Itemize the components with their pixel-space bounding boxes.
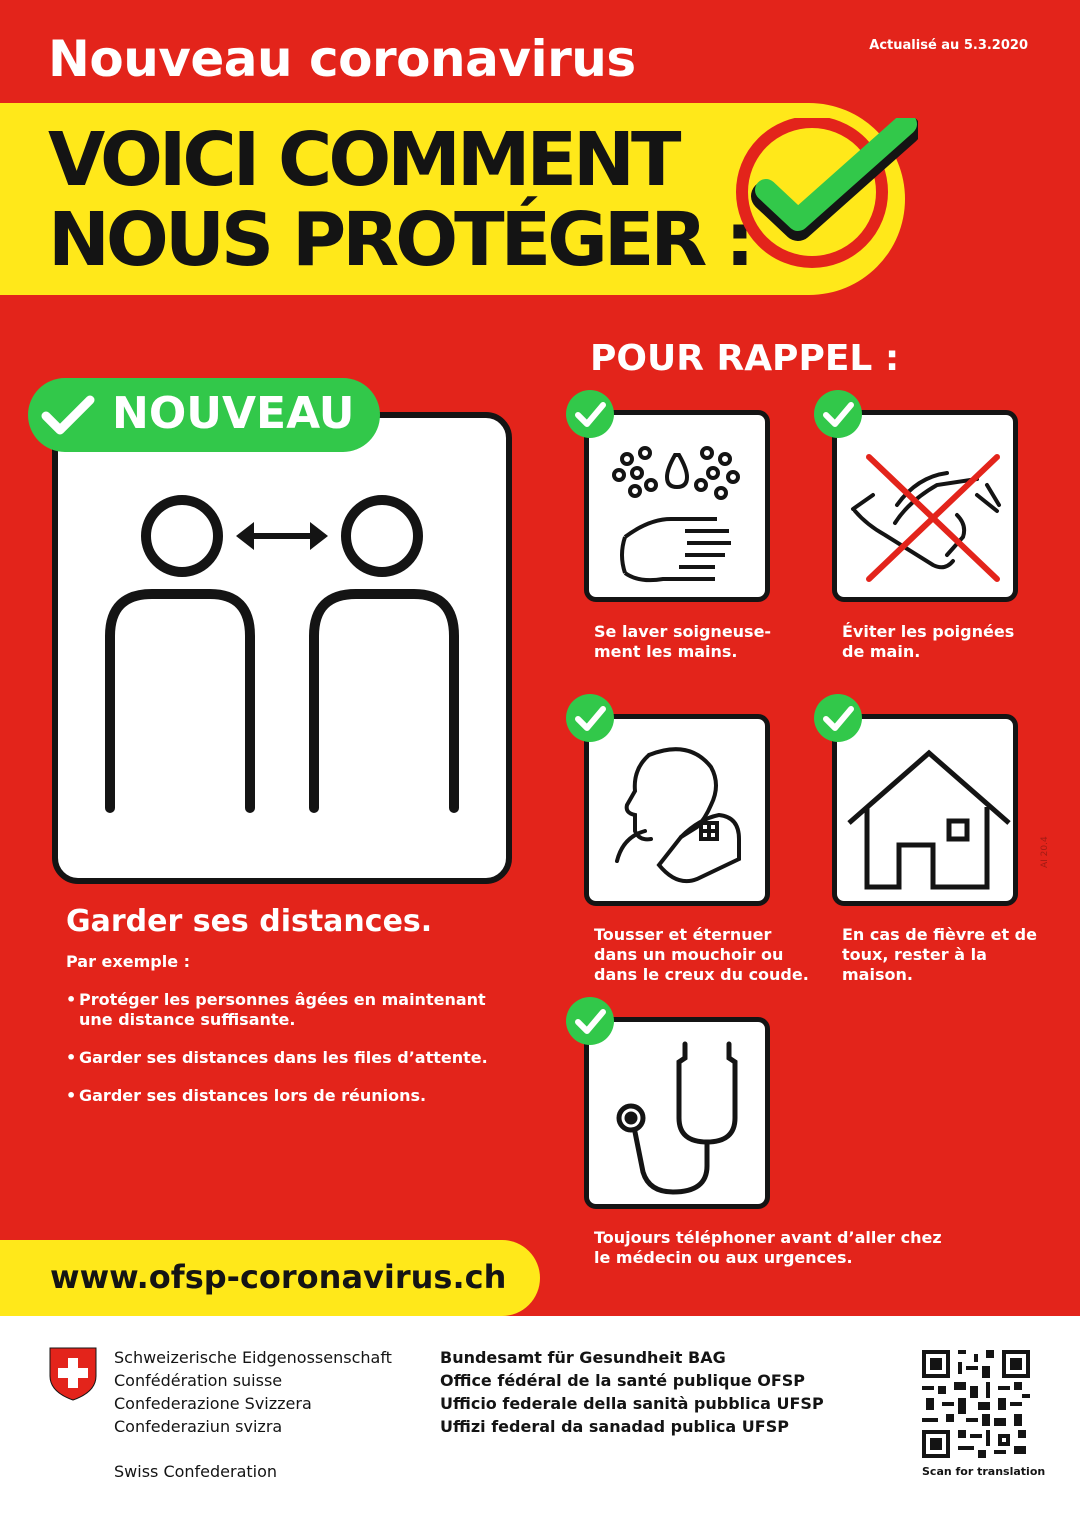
stay-home-icon [847,749,1011,890]
no-handshake-card [832,410,1018,602]
no-handshake-caption: Éviter les poignées de main. [842,622,1015,661]
footer: Schweizerische Eidgenossenschaft Confédé… [0,1316,1080,1527]
cough-caption: Tousser et éternuer dans un mouchoir ou … [594,925,809,984]
check-icon [814,390,862,438]
office-line: Ufficio federale della sanità pubblica U… [440,1394,824,1413]
headline: VOICI COMMENT NOUS PROTÉGER : [48,117,755,283]
swiss-coat-of-arms-icon [49,1347,97,1401]
check-icon [814,694,862,742]
confederation-line: Confederaziun svizra [114,1417,283,1436]
hand-washing-card [584,410,770,602]
list-item: Garder ses distances lors de réunions. [66,1086,496,1106]
check-icon [566,997,614,1045]
two-people-distance-icon [105,495,459,813]
stay-home-card [832,714,1018,906]
poster: Nouveau coronavirus Actualisé au 5.3.202… [0,0,1080,1316]
hand-washing-icon [612,446,740,583]
confederation-line: Confédération suisse [114,1371,283,1390]
list-item: Garder ses distances dans les files d’at… [66,1048,496,1068]
swiss-confederation: Swiss Confederation [114,1462,278,1481]
big-check-icon [736,118,918,268]
stethoscope-card [584,1017,770,1209]
updated-date: Actualisé au 5.3.2020 [869,38,1028,53]
office-line: Bundesamt für Gesundheit BAG [440,1348,726,1367]
confederation-line: Confederazione Svizzera [114,1394,312,1413]
headline-line-2: NOUS PROTÉGER : [48,197,755,283]
distance-title: Garder ses distances. [66,904,433,939]
side-code: AI 20.4 [1040,836,1050,868]
example-label: Par exemple : [66,952,191,971]
headline-line-1: VOICI COMMENT [48,117,681,203]
office-line: Uffizi federal da sanadad publica UFSP [440,1417,789,1436]
confederation-line: Schweizerische Eidgenossenschaft [114,1348,392,1367]
check-icon [566,390,614,438]
new-badge-label: NOUVEAU [112,388,355,439]
distance-card [52,412,512,884]
qr-caption: Scan for translation [922,1465,1046,1478]
stethoscope-icon [616,1041,738,1195]
check-icon [566,694,614,742]
reminder-title: POUR RAPPEL : [590,338,900,379]
hand-washing-caption: Se laver soigneuse-ment les mains. [594,622,772,661]
list-item: Protéger les personnes âgées en maintena… [66,990,496,1030]
page-title: Nouveau coronavirus [48,30,636,88]
check-icon [41,395,95,435]
qr-code-icon[interactable] [922,1350,1030,1458]
cough-card [584,714,770,906]
stethoscope-caption: Toujours téléphoner avant d’aller chez l… [594,1228,942,1267]
cough-into-elbow-icon [615,747,741,884]
stay-home-caption: En cas de fièvre et de toux, rester à la… [842,925,1037,984]
no-handshake-icon [851,454,1001,582]
website-link[interactable]: www.ofsp-coronavirus.ch [50,1258,506,1296]
example-list: Protéger les personnes âgées en maintena… [66,990,496,1124]
office-line: Office fédéral de la santé publique OFSP [440,1371,806,1390]
